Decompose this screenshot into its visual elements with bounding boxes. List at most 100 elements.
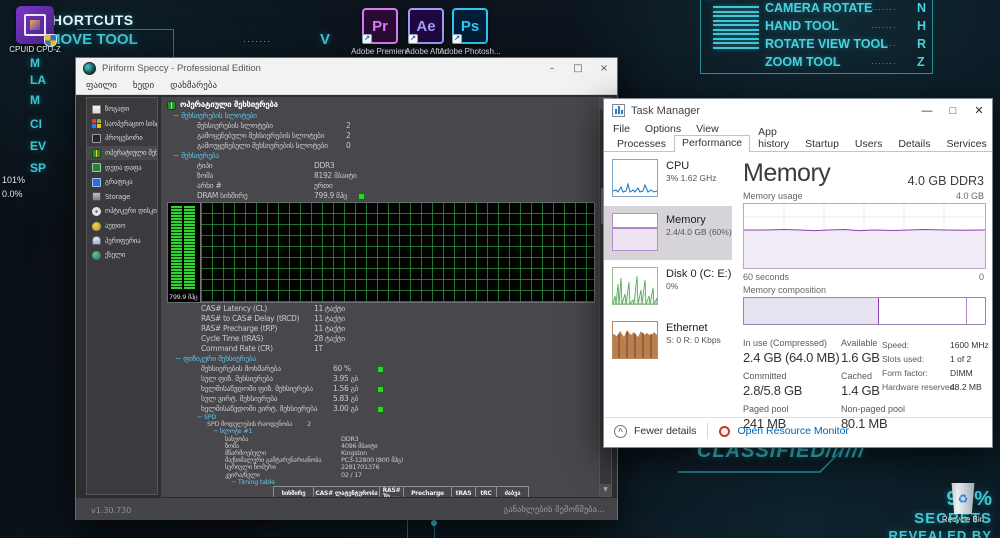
- menu-item[interactable]: დახმარება: [170, 81, 217, 91]
- collapse-icon: −: [173, 151, 181, 160]
- maximize-button[interactable]: □: [565, 58, 591, 78]
- tab-users[interactable]: Users: [847, 136, 890, 152]
- tab-startup[interactable]: Startup: [797, 136, 847, 152]
- ram-icon: [92, 149, 101, 158]
- resource-stat: 3% 1.62 GHz: [666, 173, 717, 184]
- minimize-button[interactable]: –: [539, 58, 565, 78]
- move-tool-key: V: [320, 31, 330, 48]
- timing-table-header: tRAS: [452, 486, 476, 497]
- tool-shortcut-row: HAND TOOL·······H: [765, 19, 926, 37]
- timing-table-header: Precharge: [404, 486, 452, 497]
- task-manager-window-title: Task Manager: [631, 105, 700, 117]
- scroll-down-icon[interactable]: ▼: [600, 484, 611, 496]
- speccy-content: ოპერატიული მეხსიერება− მეხსიერების სლოტე…: [161, 97, 601, 497]
- tab-app-history[interactable]: App history: [750, 124, 797, 152]
- row-label: ზომა: [197, 171, 213, 180]
- menu-item[interactable]: File: [613, 123, 630, 135]
- tab-performance[interactable]: Performance: [674, 135, 750, 152]
- hud-line: [407, 519, 408, 538]
- menu-item[interactable]: ფაილი: [86, 81, 117, 91]
- minimize-button[interactable]: —: [914, 99, 940, 122]
- photoshop-desktop-icon[interactable]: Ps↗: [452, 8, 488, 44]
- sidebar-item-peripherals[interactable]: პერიფერია: [87, 233, 157, 248]
- cpu-z-desktop-icon[interactable]: [16, 6, 54, 44]
- resource-name: Disk 0 (C: E:): [666, 267, 731, 281]
- timing-table-header: CAS# ლატენტურობა: [314, 486, 380, 497]
- menu-item[interactable]: ხედი: [133, 81, 154, 91]
- menu-item[interactable]: Options: [645, 123, 681, 135]
- section-row[interactable]: − მეხსიერება: [161, 151, 601, 161]
- stat-label: In use (Compressed): [743, 338, 835, 348]
- sidebar-item-text: EthernetS: 0 R: 0 Kbps: [666, 321, 721, 346]
- row-label: ხელმისაწვდომი ვირტ. მეხსიერება: [201, 404, 317, 413]
- in-use-segment: [744, 298, 879, 324]
- panel-title: Memory: [743, 159, 830, 188]
- section-row[interactable]: − მეხსიერების სლოტები: [161, 111, 601, 121]
- info-row: RAS# Precharge (tRP)11 ტაქტი: [161, 324, 601, 334]
- row-label: მეხსიერების სლოტები: [181, 111, 257, 120]
- row-label: მეხსიერების მოხმარება: [201, 364, 281, 373]
- task-manager-app-icon: [612, 104, 625, 117]
- update-check-link[interactable]: განახლების შემოწმება...: [503, 505, 605, 515]
- memory-usage-graph: [743, 203, 986, 269]
- tab-services[interactable]: Services: [938, 136, 994, 152]
- sidebar-item-motherboard[interactable]: დედა დაფა: [87, 160, 157, 175]
- desktop-letter: LA: [30, 73, 46, 87]
- menu-item[interactable]: View: [696, 123, 719, 135]
- speccy-menubar: ფაილი ხედი დახმარება: [76, 78, 617, 95]
- ok-status-icon: [377, 386, 384, 393]
- row-label: სულ ფიზ. მეხსიერება: [201, 374, 273, 383]
- performance-sidebar: CPU3% 1.62 GHzMemory2.4/4.0 GB (60%)Disk…: [604, 152, 732, 417]
- close-button[interactable]: ✕: [966, 99, 992, 122]
- section-row[interactable]: − Timing table: [161, 479, 601, 486]
- sidebar-item-network[interactable]: ქსელი: [87, 248, 157, 263]
- row-label: ოპერატიული მეხსიერება: [180, 99, 278, 111]
- frequency-meter: 799.9 მჰც: [168, 203, 201, 302]
- sidebar-item-label: ოპტიკური დისკი: [105, 207, 157, 215]
- motherboard-icon: [92, 163, 101, 172]
- sidebar-item-audio[interactable]: აუდიო: [87, 219, 157, 234]
- sidebar-item-graphics[interactable]: გრაფიკა: [87, 175, 157, 190]
- sidebar-item-os[interactable]: საოპერაციო სისტემა: [87, 117, 157, 132]
- sidebar-item-memory[interactable]: Memory2.4/4.0 GB (60%): [604, 206, 732, 260]
- sidebar-item-label: პროცესორი: [105, 134, 143, 142]
- version-text: v1.30.730: [91, 506, 131, 515]
- detail-value: DIMM: [950, 368, 973, 378]
- premiere-desktop-icon[interactable]: Pr↗: [362, 8, 398, 44]
- tab-processes[interactable]: Processes: [609, 136, 674, 152]
- row-value: 11 ტაქტი: [314, 304, 345, 314]
- chevron-up-icon: ^: [614, 425, 627, 438]
- sidebar-item-label: ოპერატიული მეხსიერება: [105, 149, 157, 157]
- sidebar-item-cpu[interactable]: პროცესორი: [87, 131, 157, 146]
- sidebar-item-cpu[interactable]: CPU3% 1.62 GHz: [604, 152, 732, 206]
- open-resource-monitor-link[interactable]: Open Resource Monitor: [737, 425, 848, 437]
- recycle-bin-icon[interactable]: ♻: [950, 483, 976, 514]
- speccy-statusbar: v1.30.730 განახლების შემოწმება...: [76, 497, 617, 520]
- row-value: 8192 მბაიტი: [314, 171, 356, 181]
- sidebar-item-disk[interactable]: Disk 0 (C: E:)0%: [604, 260, 732, 314]
- hud-dot: [431, 520, 437, 526]
- after-effects-desktop-icon[interactable]: Ae↗: [408, 8, 444, 44]
- task-manager-menubar: File Options View: [604, 122, 992, 135]
- sidebar-item-optical[interactable]: ოპტიკური დისკი: [87, 204, 157, 219]
- tab-details[interactable]: Details: [890, 136, 938, 152]
- sidebar-item-summary[interactable]: ზოგადი: [87, 102, 157, 117]
- row-value: 2: [346, 131, 350, 141]
- ethernet-mini-graph: [612, 321, 658, 359]
- section-row[interactable]: − ფიზიკური მეხსიერება: [161, 354, 601, 364]
- close-button[interactable]: ×: [591, 58, 617, 78]
- graph-time-right: 0: [979, 272, 984, 282]
- info-row: მეხსიერების მოხმარება60 %: [161, 364, 601, 374]
- network-icon: [92, 251, 101, 260]
- info-row: სულ ვირტ. მეხსიერება5.83 გბ: [161, 394, 601, 404]
- ok-status-icon: [377, 366, 384, 373]
- maximize-button[interactable]: □: [940, 99, 966, 122]
- task-manager-body: CPU3% 1.62 GHzMemory2.4/4.0 GB (60%)Disk…: [604, 152, 992, 444]
- sidebar-item-storage[interactable]: Storage: [87, 190, 157, 205]
- sidebar-item-ram[interactable]: ოპერატიული მეხსიერება: [87, 146, 157, 161]
- row-label: სულ ვირტ. მეხსიერება: [201, 394, 277, 403]
- fewer-details-button[interactable]: Fewer details: [634, 425, 696, 437]
- sidebar-item-ethernet[interactable]: EthernetS: 0 R: 0 Kbps: [604, 314, 732, 368]
- info-row: RAS# to CAS# Delay (tRCD)11 ტაქტი: [161, 314, 601, 324]
- tool-name: ZOOM TOOL: [765, 55, 840, 69]
